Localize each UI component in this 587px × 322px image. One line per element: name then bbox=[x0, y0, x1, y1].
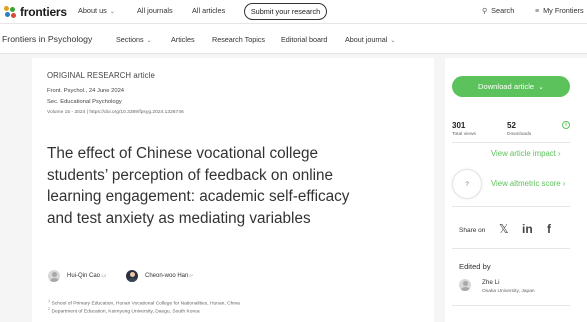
article-section[interactable]: Sec. Educational Psychology bbox=[47, 99, 122, 105]
article-citation: Front. Psychol., 24 June 2024 bbox=[47, 88, 125, 94]
frontiers-logo[interactable]: frontiers bbox=[4, 4, 67, 20]
logo-text: frontiers bbox=[20, 5, 67, 19]
nav-articles[interactable]: Articles bbox=[171, 35, 195, 44]
top-navigation-bar: frontiers About us ⌄ All journals All art… bbox=[0, 0, 587, 24]
article-type: ORIGINAL RESEARCH article bbox=[47, 71, 155, 80]
my-frontiers-label: My Frontiers bbox=[543, 6, 584, 15]
author-name: Cheon-woo Han bbox=[145, 273, 189, 279]
x-logo-icon[interactable]: 𝕏 bbox=[499, 222, 509, 236]
divider bbox=[452, 206, 570, 207]
edited-by-label: Edited by bbox=[459, 262, 491, 271]
menu-icon: ≡ bbox=[535, 8, 540, 15]
affiliation-number: 1 bbox=[48, 299, 51, 303]
chevron-down-icon: ⌄ bbox=[146, 38, 152, 44]
total-views-label: Total views bbox=[452, 132, 476, 137]
nav-research-topics[interactable]: Research Topics bbox=[212, 35, 265, 44]
chevron-right-icon: › bbox=[562, 179, 566, 188]
nav-about-journal-label: About journal bbox=[345, 35, 388, 44]
affiliation-text: Department of Education, Keimyung Univer… bbox=[51, 309, 200, 315]
search-label: Search bbox=[491, 6, 515, 15]
downloads-count: 52 bbox=[507, 121, 516, 130]
editor-name[interactable]: Zhe Li bbox=[482, 279, 500, 286]
share-on-label: Share on bbox=[459, 227, 486, 234]
chevron-right-icon: › bbox=[558, 149, 561, 158]
divider bbox=[452, 142, 570, 143]
altmetric-link-label: View altmetric score bbox=[491, 179, 561, 188]
view-altmetric-score-link[interactable]: View altmetric score › bbox=[491, 179, 565, 188]
search-icon: ⚲ bbox=[482, 8, 488, 15]
chevron-down-icon: ⌄ bbox=[538, 83, 544, 91]
all-journals-link[interactable]: All journals bbox=[137, 6, 173, 15]
nav-editorial-board[interactable]: Editorial board bbox=[281, 35, 327, 44]
affiliation-1: 1 School of Primary Education, Hunan Voc… bbox=[47, 299, 240, 307]
article-volume-doi[interactable]: Volume 15 - 2024 | https://doi.org/10.33… bbox=[47, 110, 184, 115]
affiliation-number: 2 bbox=[48, 307, 51, 311]
impact-link-label: View article impact bbox=[491, 149, 556, 158]
editor-affiliation: Osaka University, Japan bbox=[482, 289, 535, 294]
total-views-count: 301 bbox=[452, 121, 466, 130]
author-2[interactable]: Cheon-woo Han 2* bbox=[126, 270, 193, 282]
my-frontiers-menu[interactable]: ≡ My Frontiers bbox=[535, 6, 584, 15]
article-title: The effect of Chinese vocational college… bbox=[47, 145, 350, 227]
frontiers-logo-icon bbox=[4, 5, 17, 19]
divider bbox=[452, 305, 570, 306]
nav-sections[interactable]: Sections ⌄ bbox=[116, 35, 152, 44]
author-sup: 1,2 bbox=[101, 274, 107, 278]
search-button[interactable]: ⚲ Search bbox=[482, 6, 514, 15]
view-article-impact-link[interactable]: View article impact › bbox=[491, 149, 561, 158]
chevron-down-icon: ⌄ bbox=[109, 9, 115, 15]
editor-avatar bbox=[459, 279, 471, 291]
chevron-down-icon: ⌄ bbox=[390, 38, 396, 44]
about-us-label: About us bbox=[78, 6, 107, 15]
info-icon[interactable]: i bbox=[562, 121, 570, 129]
about-us-menu[interactable]: About us ⌄ bbox=[78, 6, 115, 15]
author-sup: 2* bbox=[189, 274, 193, 278]
author-1[interactable]: Hui-Qin Cao 1,2 bbox=[48, 270, 106, 282]
all-articles-link[interactable]: All articles bbox=[192, 6, 225, 15]
nav-sections-label: Sections bbox=[116, 35, 144, 44]
author-avatar bbox=[126, 270, 138, 282]
submit-research-button[interactable]: Submit your research bbox=[244, 3, 327, 20]
author-avatar bbox=[48, 270, 60, 282]
affiliation-2: 2 Department of Education, Keimyung Univ… bbox=[47, 307, 200, 315]
downloads-label: Downloads bbox=[507, 132, 532, 137]
linkedin-icon[interactable]: in bbox=[522, 222, 533, 236]
download-label: Download article bbox=[477, 82, 535, 91]
divider bbox=[452, 248, 570, 249]
journal-name-link[interactable]: Frontiers in Psychology bbox=[2, 34, 92, 44]
journal-navigation-bar: Frontiers in Psychology Sections ⌄ Articl… bbox=[0, 24, 587, 54]
download-article-button[interactable]: Download article ⌄ bbox=[452, 76, 570, 97]
author-name: Hui-Qin Cao bbox=[67, 273, 101, 279]
nav-about-journal[interactable]: About journal ⌄ bbox=[345, 35, 395, 44]
altmetric-badge[interactable]: ? bbox=[452, 169, 482, 199]
facebook-icon[interactable]: f bbox=[547, 222, 551, 236]
affiliation-text: School of Primary Education, Hunan Vocat… bbox=[51, 301, 240, 307]
